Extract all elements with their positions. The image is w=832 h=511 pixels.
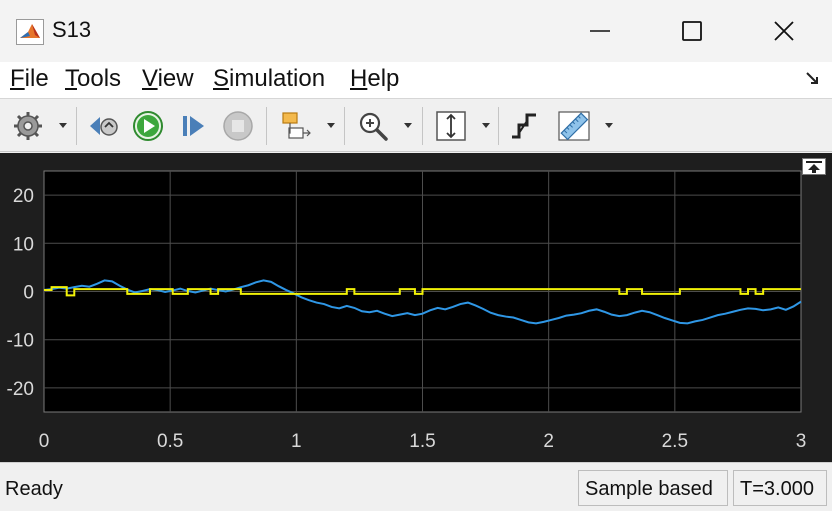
expand-toolbar-icon: [806, 161, 822, 173]
triggers-icon: [512, 113, 536, 139]
toolbar-separator: [266, 107, 267, 145]
scope-plot: 20 10 0 -10 -20 0 0.5 1 1.5 2 2.5 3: [7, 170, 807, 452]
status-bar: Ready Sample based T=3.000: [0, 462, 832, 511]
y-tick-label: 0: [23, 283, 34, 304]
settings-dropdown-arrow[interactable]: [59, 123, 67, 128]
zoom-dropdown-arrow[interactable]: [404, 123, 412, 128]
x-tick-label: 1: [291, 431, 302, 452]
highlight-simulink-block-button[interactable]: [276, 109, 316, 143]
status-text: Ready: [5, 478, 63, 500]
x-tick-label: 2.5: [662, 431, 688, 452]
step-forward-icon: [183, 116, 204, 136]
measurements-button[interactable]: [554, 109, 594, 143]
autoscale-icon: [436, 111, 466, 141]
scope-display: 20 10 0 -10 -20 0 0.5 1 1.5 2 2.5 3: [0, 153, 832, 462]
menu-tools[interactable]: Tools: [65, 65, 121, 93]
toolbar: [0, 98, 832, 152]
window-title: S13: [52, 17, 92, 42]
autoscale-button[interactable]: [432, 109, 470, 143]
zoom-icon: [359, 112, 388, 141]
minimize-button[interactable]: [554, 0, 646, 62]
y-tick-labels: 20 10 0 -10 -20: [7, 186, 34, 400]
menu-bar: File Tools View Simulation Help: [0, 62, 832, 98]
highlight-dropdown-arrow[interactable]: [327, 123, 335, 128]
stop-button[interactable]: [220, 109, 256, 143]
zoom-button[interactable]: [354, 109, 392, 143]
toolbar-separator: [498, 107, 499, 145]
y-tick-label: -20: [7, 379, 34, 400]
toolbar-separator: [76, 107, 77, 145]
simulation-time-indicator: T=3.000: [733, 470, 827, 506]
autoscale-dropdown-arrow[interactable]: [482, 123, 490, 128]
y-tick-label: -10: [7, 331, 34, 352]
expand-legend-button[interactable]: [802, 158, 826, 175]
measurements-dropdown-arrow[interactable]: [605, 123, 613, 128]
step-forward-button[interactable]: [175, 109, 211, 143]
close-icon: [774, 21, 794, 41]
close-button[interactable]: [738, 0, 830, 62]
x-tick-label: 0.5: [157, 431, 183, 452]
y-tick-label: 20: [13, 186, 34, 207]
settings-button[interactable]: [10, 109, 46, 143]
maximize-icon: [682, 21, 702, 41]
run-button[interactable]: [130, 109, 166, 143]
matlab-app-icon: [16, 19, 44, 45]
menu-file[interactable]: File: [10, 65, 49, 93]
x-tick-label: 1.5: [409, 431, 435, 452]
menu-view[interactable]: View: [142, 65, 194, 93]
stop-icon: [223, 111, 253, 141]
toolbar-separator: [422, 107, 423, 145]
minimize-icon: [590, 30, 610, 32]
y-tick-label: 10: [13, 234, 34, 255]
x-tick-label: 0: [39, 431, 50, 452]
triggers-button[interactable]: [506, 109, 542, 143]
step-back-icon: [90, 117, 118, 136]
x-tick-label: 3: [796, 431, 807, 452]
maximize-button[interactable]: [646, 0, 738, 62]
measurements-icon: [558, 111, 590, 141]
title-bar: S13: [0, 0, 832, 62]
x-tick-labels: 0 0.5 1 1.5 2 2.5 3: [39, 431, 807, 452]
menu-simulation[interactable]: Simulation: [213, 65, 325, 93]
sample-mode-indicator: Sample based: [578, 470, 728, 506]
undock-arrow-icon[interactable]: [806, 72, 820, 86]
run-icon: [133, 111, 163, 141]
settings-icon: [14, 112, 42, 140]
highlight-icon: [282, 112, 311, 139]
x-tick-label: 2: [543, 431, 554, 452]
toolbar-separator: [344, 107, 345, 145]
step-back-button[interactable]: [86, 109, 122, 143]
menu-help[interactable]: Help: [350, 65, 399, 93]
